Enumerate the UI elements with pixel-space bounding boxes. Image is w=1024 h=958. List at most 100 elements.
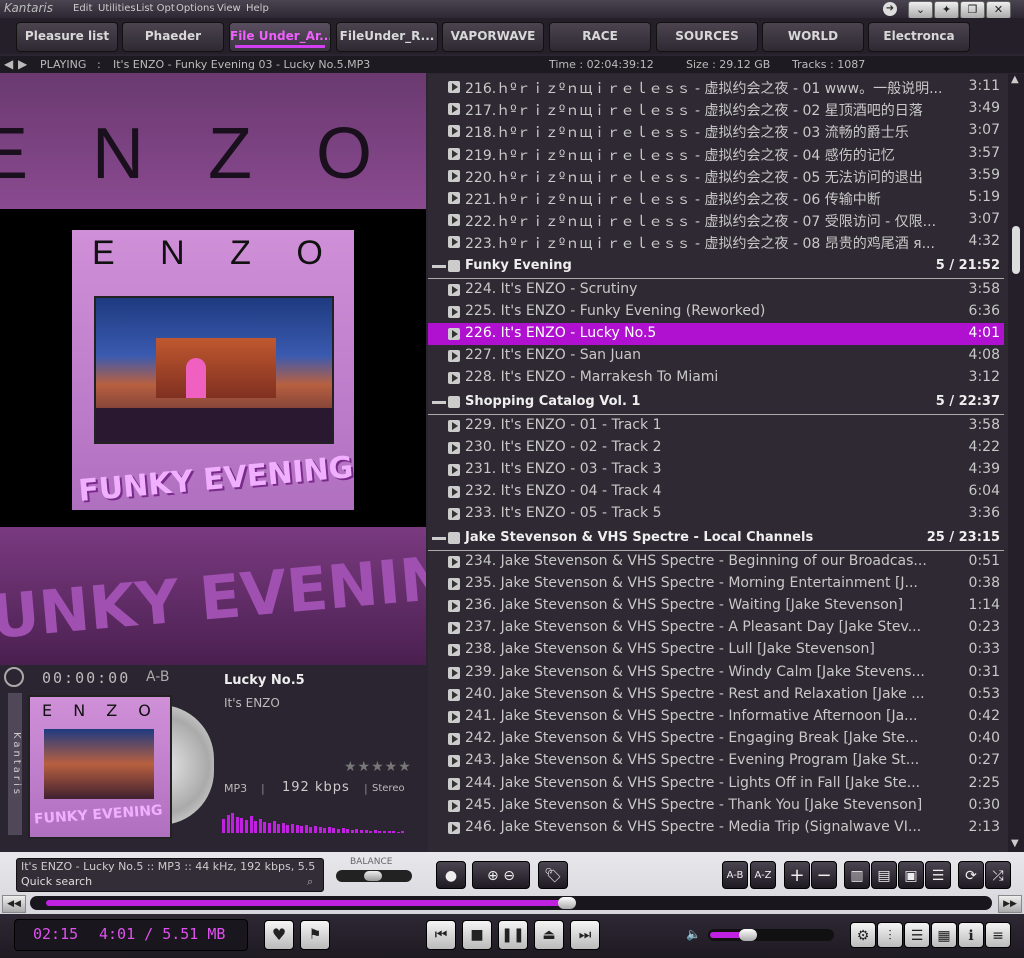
prev-playlist-icon[interactable]: ◀	[4, 57, 13, 71]
play-icon[interactable]	[448, 305, 460, 318]
playlist-row[interactable]: 235. Jake Stevenson & VHS Spectre - Morn…	[428, 573, 1004, 595]
rating-stars[interactable]: ★★★★★	[344, 759, 412, 775]
playlist-scrollbar[interactable]: ▲ ▼	[1008, 74, 1024, 852]
play-icon[interactable]	[448, 577, 460, 590]
playlist-row[interactable]: 239. Jake Stevenson & VHS Spectre - Wind…	[428, 662, 1004, 684]
play-icon[interactable]	[448, 419, 460, 432]
previous-track-icon[interactable]: ⏮	[426, 920, 456, 950]
menu-options[interactable]: Options	[176, 3, 215, 14]
list-edit-icon[interactable]: ▤	[871, 861, 897, 889]
remove-button[interactable]: −	[811, 861, 837, 889]
playlist-row[interactable]: 230. It's ENZO - 02 - Track 2 4:22	[428, 437, 1004, 459]
play-icon[interactable]	[448, 733, 460, 746]
ab-repeat[interactable]: A-B	[146, 669, 169, 685]
balance-slider[interactable]	[336, 870, 412, 882]
play-icon[interactable]	[448, 81, 460, 93]
favorite-heart-icon[interactable]: ♥	[264, 920, 294, 950]
playlist-row[interactable]: 237. Jake Stevenson & VHS Spectre - A Pl…	[428, 617, 1004, 639]
menu-list-opt[interactable]: List Opt	[136, 3, 175, 14]
quick-search-input[interactable]: Quick search	[21, 875, 92, 888]
play-icon[interactable]	[448, 350, 460, 363]
playlist-row[interactable]: 223.ｈºｒｉｚºｎщｉｒｅｌｅｓｓ - 虚拟约会之夜 - 08 昂贵的鸡尾酒…	[428, 231, 1004, 253]
menu-view[interactable]: View	[217, 3, 241, 14]
playlist-row[interactable]: 238. Jake Stevenson & VHS Spectre - Lull…	[428, 639, 1004, 661]
playlist-row[interactable]: 233. It's ENZO - 05 - Track 5 3:36	[428, 503, 1004, 525]
playlist-row[interactable]: 241. Jake Stevenson & VHS Spectre - Info…	[428, 706, 1004, 728]
play-icon[interactable]	[448, 600, 460, 612]
play-icon[interactable]	[448, 755, 460, 768]
eject-icon[interactable]: ⏏	[534, 920, 564, 950]
play-icon[interactable]	[448, 283, 460, 296]
play-icon[interactable]	[448, 622, 460, 635]
repeat-icon[interactable]: ⟳	[958, 861, 984, 889]
chart-icon[interactable]: ▥	[844, 861, 870, 889]
play-group-icon[interactable]	[448, 395, 460, 408]
tab-world[interactable]: WORLD	[762, 22, 864, 52]
play-icon[interactable]	[448, 777, 460, 790]
play-icon[interactable]	[448, 464, 460, 476]
ab-sort-button[interactable]: A-B	[722, 861, 748, 889]
menu-help[interactable]: Help	[246, 3, 269, 14]
playlist-row[interactable]: 219.ｈºｒｉｚºｎщｉｒｅｌｅｓｓ - 虚拟约会之夜 - 04 感伤的记忆 3…	[428, 143, 1004, 165]
playlist-row[interactable]: 228. It's ENZO - Marrakesh To Miami 3:12	[428, 367, 1004, 389]
playlist-row[interactable]: 242. Jake Stevenson & VHS Spectre - Enga…	[428, 728, 1004, 750]
tag-button[interactable]: 🏷	[538, 861, 568, 889]
play-icon[interactable]	[448, 236, 460, 249]
play-icon[interactable]	[448, 508, 460, 521]
menu-icon[interactable]: ≡	[985, 922, 1011, 948]
play-icon[interactable]	[448, 328, 460, 340]
play-icon[interactable]	[448, 711, 460, 723]
collapse-icon[interactable]	[432, 400, 446, 404]
volume-handle[interactable]	[738, 929, 757, 941]
playlist-row[interactable]: 218.ｈºｒｉｚºｎщｉｒｅｌｅｓｓ - 虚拟约会之夜 - 03 流畅的爵士乐…	[428, 120, 1004, 142]
list-view-icon[interactable]: ☰	[904, 922, 930, 948]
tab-vaporwave[interactable]: VAPORWAVE	[442, 22, 544, 52]
playlist-row-selected[interactable]: 226. It's ENZO - Lucky No.5 4:01	[428, 323, 1004, 345]
play-icon[interactable]	[448, 441, 460, 454]
playlist-row[interactable]: 234. Jake Stevenson & VHS Spectre - Begi…	[428, 551, 1004, 573]
playlist-row[interactable]: 220.ｈºｒｉｚºｎщｉｒｅｌｅｓｓ - 虚拟约会之夜 - 05 无法访问的退…	[428, 165, 1004, 187]
play-icon[interactable]	[448, 486, 460, 499]
add-remove-button[interactable]: ⊕ ⊖	[472, 861, 530, 889]
playlist-row[interactable]: 236. Jake Stevenson & VHS Spectre - Wait…	[428, 595, 1004, 617]
pause-icon[interactable]: ❚❚	[498, 920, 528, 950]
menu-edit[interactable]: Edit	[73, 3, 92, 14]
scrollbar-thumb[interactable]	[1012, 226, 1020, 274]
add-button[interactable]: +	[784, 861, 810, 889]
forward-icon[interactable]: ➜	[883, 2, 897, 16]
tab-file-under-r[interactable]: FileUnder_R...	[336, 22, 438, 52]
record-button[interactable]: ●	[436, 861, 466, 889]
play-icon[interactable]	[448, 169, 460, 182]
playlist-row[interactable]: 243. Jake Stevenson & VHS Spectre - Even…	[428, 750, 1004, 772]
play-icon[interactable]	[448, 688, 460, 701]
playlist-row[interactable]: 224. It's ENZO - Scrutiny 3:58	[428, 279, 1004, 301]
bookmark-icon[interactable]: ⚑	[300, 920, 330, 950]
play-group-icon[interactable]	[448, 259, 460, 272]
settings-gear-icon[interactable]: ⚙	[850, 922, 876, 948]
pin-icon[interactable]: ✦	[934, 1, 959, 19]
seek-handle[interactable]	[557, 897, 576, 909]
playlist-row[interactable]: 231. It's ENZO - 03 - Track 3 4:39	[428, 459, 1004, 481]
playlist-group-header[interactable]: Funky Evening 5 / 21:52	[428, 254, 1004, 279]
tab-electronca[interactable]: Electronca	[868, 22, 970, 52]
play-icon[interactable]	[448, 644, 460, 657]
az-sort-button[interactable]: A-Z	[750, 861, 776, 889]
playlist-row[interactable]: 244. Jake Stevenson & VHS Spectre - Ligh…	[428, 773, 1004, 795]
play-icon[interactable]	[448, 147, 460, 160]
seek-bar[interactable]	[30, 896, 992, 910]
play-icon[interactable]	[448, 822, 460, 834]
playlist-row[interactable]: 222.ｈºｒｉｚºｎщｉｒｅｌｅｓｓ - 虚拟约会之夜 - 07 受限访问 -…	[428, 209, 1004, 231]
info-icon[interactable]: ℹ	[958, 922, 984, 948]
play-icon[interactable]	[448, 192, 460, 204]
play-icon[interactable]	[448, 555, 460, 568]
playlist-row[interactable]: 232. It's ENZO - 04 - Track 4 6:04	[428, 481, 1004, 503]
seek-back-button[interactable]: ◀◀	[2, 895, 26, 913]
playlist-group-header[interactable]: Jake Stevenson & VHS Spectre - Local Cha…	[428, 526, 1004, 551]
playlist-group-header[interactable]: Shopping Catalog Vol. 1 5 / 22:37	[428, 390, 1004, 415]
play-icon[interactable]	[448, 214, 460, 227]
playlist-row[interactable]: 245. Jake Stevenson & VHS Spectre - Than…	[428, 795, 1004, 817]
playlist-row[interactable]: 240. Jake Stevenson & VHS Spectre - Rest…	[428, 684, 1004, 706]
playlist-row[interactable]: 229. It's ENZO - 01 - Track 1 3:58	[428, 415, 1004, 437]
play-icon[interactable]	[448, 103, 460, 116]
tab-sources[interactable]: SOURCES	[656, 22, 758, 52]
